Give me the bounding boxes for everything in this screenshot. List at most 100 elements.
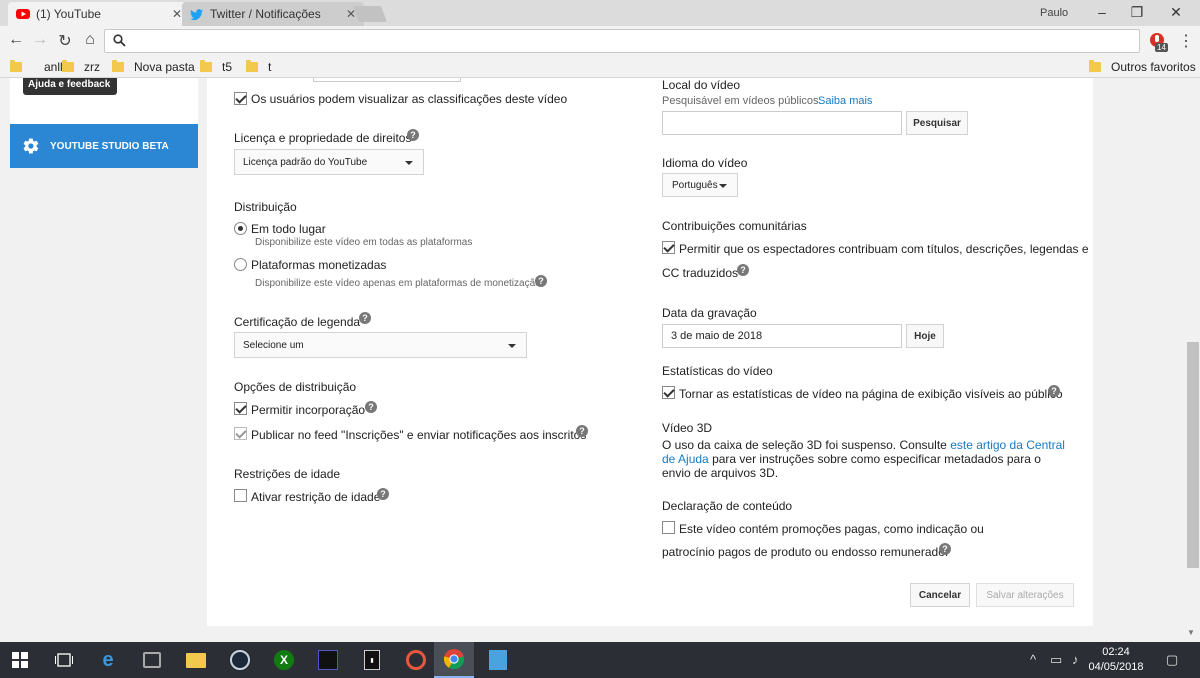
scrollbar-thumb[interactable] — [1187, 342, 1199, 568]
language-select[interactable]: Português — [662, 173, 738, 197]
help-icon[interactable]: ? — [576, 425, 588, 437]
location-input[interactable] — [662, 111, 902, 135]
community-label-line1: Permitir que os espectadores contribuam … — [679, 242, 1089, 256]
extension-badge: 14 — [1155, 43, 1168, 52]
help-icon[interactable]: ? — [377, 488, 389, 500]
allow-embedding-checkbox[interactable] — [234, 402, 247, 415]
taskbar-epic[interactable]: ▮ — [352, 642, 392, 678]
video-3d-text: O uso da caixa de seleção 3D foi suspens… — [662, 438, 1065, 480]
community-heading: Contribuições comunitárias — [662, 219, 807, 233]
task-view-icon — [55, 653, 73, 667]
taskbar-explorer[interactable] — [176, 642, 216, 678]
task-view-button[interactable] — [44, 642, 84, 678]
restore-icon[interactable]: ❐ — [1127, 4, 1147, 21]
taskbar-app[interactable] — [308, 642, 348, 678]
tab-youtube[interactable]: (1) YouTube ✕ — [8, 2, 190, 26]
folder-icon — [186, 652, 206, 668]
windows-icon — [12, 652, 28, 668]
bookmark-folder[interactable]: t5 — [200, 60, 232, 74]
network-icon[interactable]: ▭ — [1050, 652, 1062, 668]
folder-icon — [246, 60, 258, 72]
save-button[interactable]: Salvar alterações — [976, 583, 1074, 607]
language-heading: Idioma do vídeo — [662, 156, 748, 170]
app-icon — [143, 652, 161, 668]
community-label-line2: CC traduzidos — [662, 266, 739, 280]
gear-icon — [23, 138, 39, 154]
video-3d-heading: Vídeo 3D — [662, 421, 713, 435]
license-select[interactable]: Licença padrão do YouTube — [234, 149, 424, 175]
stats-checkbox[interactable] — [662, 386, 675, 399]
taskbar-steam[interactable] — [220, 642, 260, 678]
app-icon — [406, 650, 426, 670]
bookmark-folder[interactable]: anll — [10, 60, 63, 74]
distribution-monetized-label: Plataformas monetizadas — [251, 258, 387, 272]
age-restriction-checkbox[interactable] — [234, 489, 247, 502]
forward-icon[interactable]: → — [30, 31, 50, 49]
cancel-button[interactable]: Cancelar — [910, 583, 970, 607]
notification-icon[interactable]: ▢ — [1166, 652, 1178, 668]
folder-icon — [200, 60, 212, 72]
clock-time: 02:24 — [1102, 646, 1130, 658]
distribution-monetized-radio[interactable] — [234, 258, 247, 271]
menu-icon[interactable]: ⋮ — [1178, 31, 1194, 51]
learn-more-link[interactable]: Saiba mais — [818, 95, 872, 107]
paid-promotion-label-line1: Este vídeo contém promoções pagas, como … — [679, 522, 984, 536]
stats-label: Tornar as estatísticas de vídeo na págin… — [679, 387, 1063, 401]
ratings-visible-checkbox[interactable] — [234, 92, 247, 105]
help-icon[interactable]: ? — [407, 129, 419, 141]
back-icon[interactable]: ← — [6, 31, 26, 49]
bookmark-folder[interactable]: Nova pasta — [112, 60, 195, 74]
taskbar-edge[interactable]: e — [88, 642, 128, 678]
help-icon[interactable]: ? — [1048, 385, 1060, 397]
taskbar-xbox[interactable]: X — [264, 642, 304, 678]
tooltip: Ajuda e feedback — [23, 78, 117, 95]
epic-games-icon: ▮ — [364, 650, 380, 670]
folder-icon — [10, 60, 22, 72]
volume-icon[interactable]: ♪ — [1072, 652, 1079, 667]
clock[interactable]: 02:24 04/05/2018 — [1086, 645, 1146, 675]
community-checkbox[interactable] — [662, 241, 675, 254]
tab-title: Twitter / Notificações — [210, 7, 321, 21]
allow-embedding-label: Permitir incorporação — [251, 403, 366, 417]
search-location-button[interactable]: Pesquisar — [906, 111, 968, 135]
youtube-studio-button[interactable]: YOUTUBE STUDIO BETA — [10, 124, 198, 168]
distribution-heading: Distribuição — [234, 200, 297, 214]
distribution-everywhere-radio[interactable] — [234, 222, 247, 235]
bookmark-folder[interactable]: zrz — [62, 60, 100, 74]
close-icon[interactable]: ✕ — [172, 7, 182, 21]
tab-twitter[interactable]: Twitter / Notificações ✕ — [182, 2, 364, 26]
taskbar-app[interactable] — [478, 642, 518, 678]
start-button[interactable] — [0, 642, 40, 678]
distribution-monetized-desc: Disponibilize este vídeo apenas em plata… — [255, 278, 541, 289]
age-restriction-label: Ativar restrição de idade — [251, 490, 381, 504]
bookmark-folder[interactable]: t — [246, 60, 271, 74]
help-icon[interactable]: ? — [535, 275, 547, 287]
close-window-icon[interactable]: ✕ — [1166, 4, 1186, 21]
steam-icon — [230, 650, 250, 670]
publish-feed-checkbox[interactable] — [234, 427, 247, 440]
scroll-down-icon[interactable]: ▼ — [1187, 628, 1195, 637]
content-declaration-heading: Declaração de conteúdo — [662, 499, 793, 513]
caption-select[interactable]: Selecione um — [234, 332, 527, 358]
profile-name[interactable]: Paulo — [1040, 7, 1068, 19]
taskbar-app[interactable] — [396, 642, 436, 678]
app-icon — [318, 650, 338, 670]
location-heading: Local do vídeo — [662, 78, 741, 92]
chevron-up-icon[interactable]: ^ — [1030, 652, 1036, 667]
home-icon[interactable]: ⌂ — [80, 31, 100, 49]
today-button[interactable]: Hoje — [906, 324, 944, 348]
reload-icon[interactable]: ↻ — [55, 31, 75, 51]
help-icon[interactable]: ? — [737, 264, 749, 276]
help-icon[interactable]: ? — [939, 543, 951, 555]
twitter-icon — [190, 9, 203, 21]
help-icon[interactable]: ? — [359, 312, 371, 324]
recording-date-input[interactable]: 3 de maio de 2018 — [662, 324, 902, 348]
new-tab-button[interactable] — [353, 6, 387, 22]
address-bar[interactable] — [104, 29, 1140, 53]
bookmark-other[interactable]: Outros favoritos — [1089, 60, 1196, 74]
paid-promotion-checkbox[interactable] — [662, 521, 675, 534]
minimize-icon[interactable]: – — [1092, 4, 1112, 20]
taskbar-chrome[interactable] — [434, 642, 474, 678]
taskbar-app[interactable] — [132, 642, 172, 678]
help-icon[interactable]: ? — [365, 401, 377, 413]
